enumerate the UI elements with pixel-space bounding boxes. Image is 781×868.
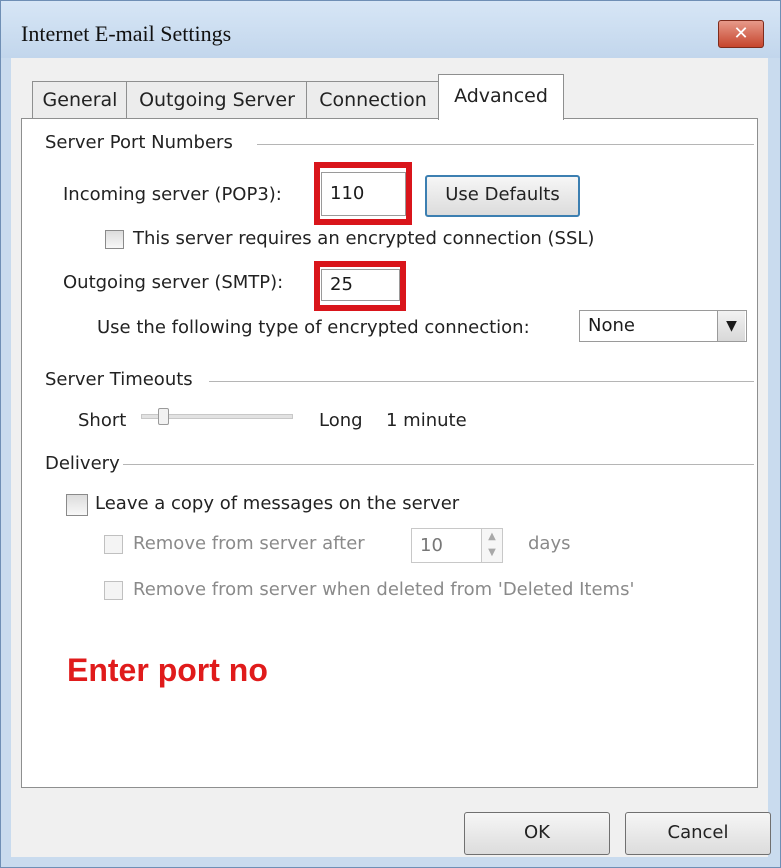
group-label-delivery: Delivery bbox=[45, 453, 120, 474]
encryption-type-label: Use the following type of encrypted conn… bbox=[97, 317, 530, 338]
use-defaults-button[interactable]: Use Defaults bbox=[425, 175, 580, 217]
timeout-slider[interactable] bbox=[141, 405, 293, 433]
slider-thumb[interactable] bbox=[158, 408, 169, 425]
ssl-label: This server requires an encrypted connec… bbox=[133, 228, 595, 249]
ssl-checkbox[interactable] bbox=[105, 230, 124, 249]
timeout-value: 1 minute bbox=[386, 410, 467, 431]
group-label-server-timeouts: Server Timeouts bbox=[45, 369, 193, 390]
highlight-box-incoming bbox=[314, 162, 412, 225]
remove-after-label: Remove from server after bbox=[133, 533, 365, 554]
leave-copy-checkbox[interactable] bbox=[66, 494, 88, 516]
group-label-server-ports: Server Port Numbers bbox=[45, 132, 233, 153]
days-spinner[interactable]: ▲ ▼ bbox=[481, 528, 503, 563]
leave-copy-label: Leave a copy of messages on the server bbox=[95, 493, 460, 514]
dialog-window: Internet E-mail Settings ✕ General Outgo… bbox=[0, 0, 781, 868]
group-divider bbox=[209, 381, 754, 382]
highlight-box-outgoing bbox=[314, 261, 406, 311]
outgoing-server-label: Outgoing server (SMTP): bbox=[63, 272, 284, 293]
spin-down-icon[interactable]: ▼ bbox=[482, 545, 502, 561]
remove-after-days-input[interactable]: 10 bbox=[411, 528, 483, 563]
tab-connection[interactable]: Connection bbox=[306, 81, 440, 119]
tab-outgoing-server[interactable]: Outgoing Server bbox=[126, 81, 308, 119]
close-icon: ✕ bbox=[733, 23, 749, 44]
title-bar[interactable]: Internet E-mail Settings ✕ bbox=[1, 1, 780, 58]
timeout-short-label: Short bbox=[78, 410, 127, 431]
tab-general[interactable]: General bbox=[32, 81, 128, 119]
encryption-type-value: None bbox=[588, 315, 635, 336]
remove-after-checkbox[interactable] bbox=[104, 535, 123, 554]
chevron-down-icon[interactable]: ▼ bbox=[717, 311, 745, 341]
cancel-button[interactable]: Cancel bbox=[625, 812, 771, 855]
close-button[interactable]: ✕ bbox=[718, 20, 764, 48]
annotation-text: Enter port no bbox=[67, 652, 268, 688]
spin-up-icon[interactable]: ▲ bbox=[482, 529, 502, 545]
window-title: Internet E-mail Settings bbox=[21, 21, 232, 46]
incoming-server-label: Incoming server (POP3): bbox=[63, 184, 282, 205]
group-divider bbox=[123, 464, 754, 465]
timeout-long-label: Long bbox=[319, 410, 363, 431]
group-divider bbox=[257, 144, 754, 145]
tab-advanced[interactable]: Advanced bbox=[438, 74, 564, 120]
remove-deleted-label: Remove from server when deleted from 'De… bbox=[133, 579, 635, 600]
ok-button[interactable]: OK bbox=[464, 812, 610, 855]
remove-deleted-checkbox[interactable] bbox=[104, 581, 123, 600]
days-label: days bbox=[528, 533, 571, 554]
